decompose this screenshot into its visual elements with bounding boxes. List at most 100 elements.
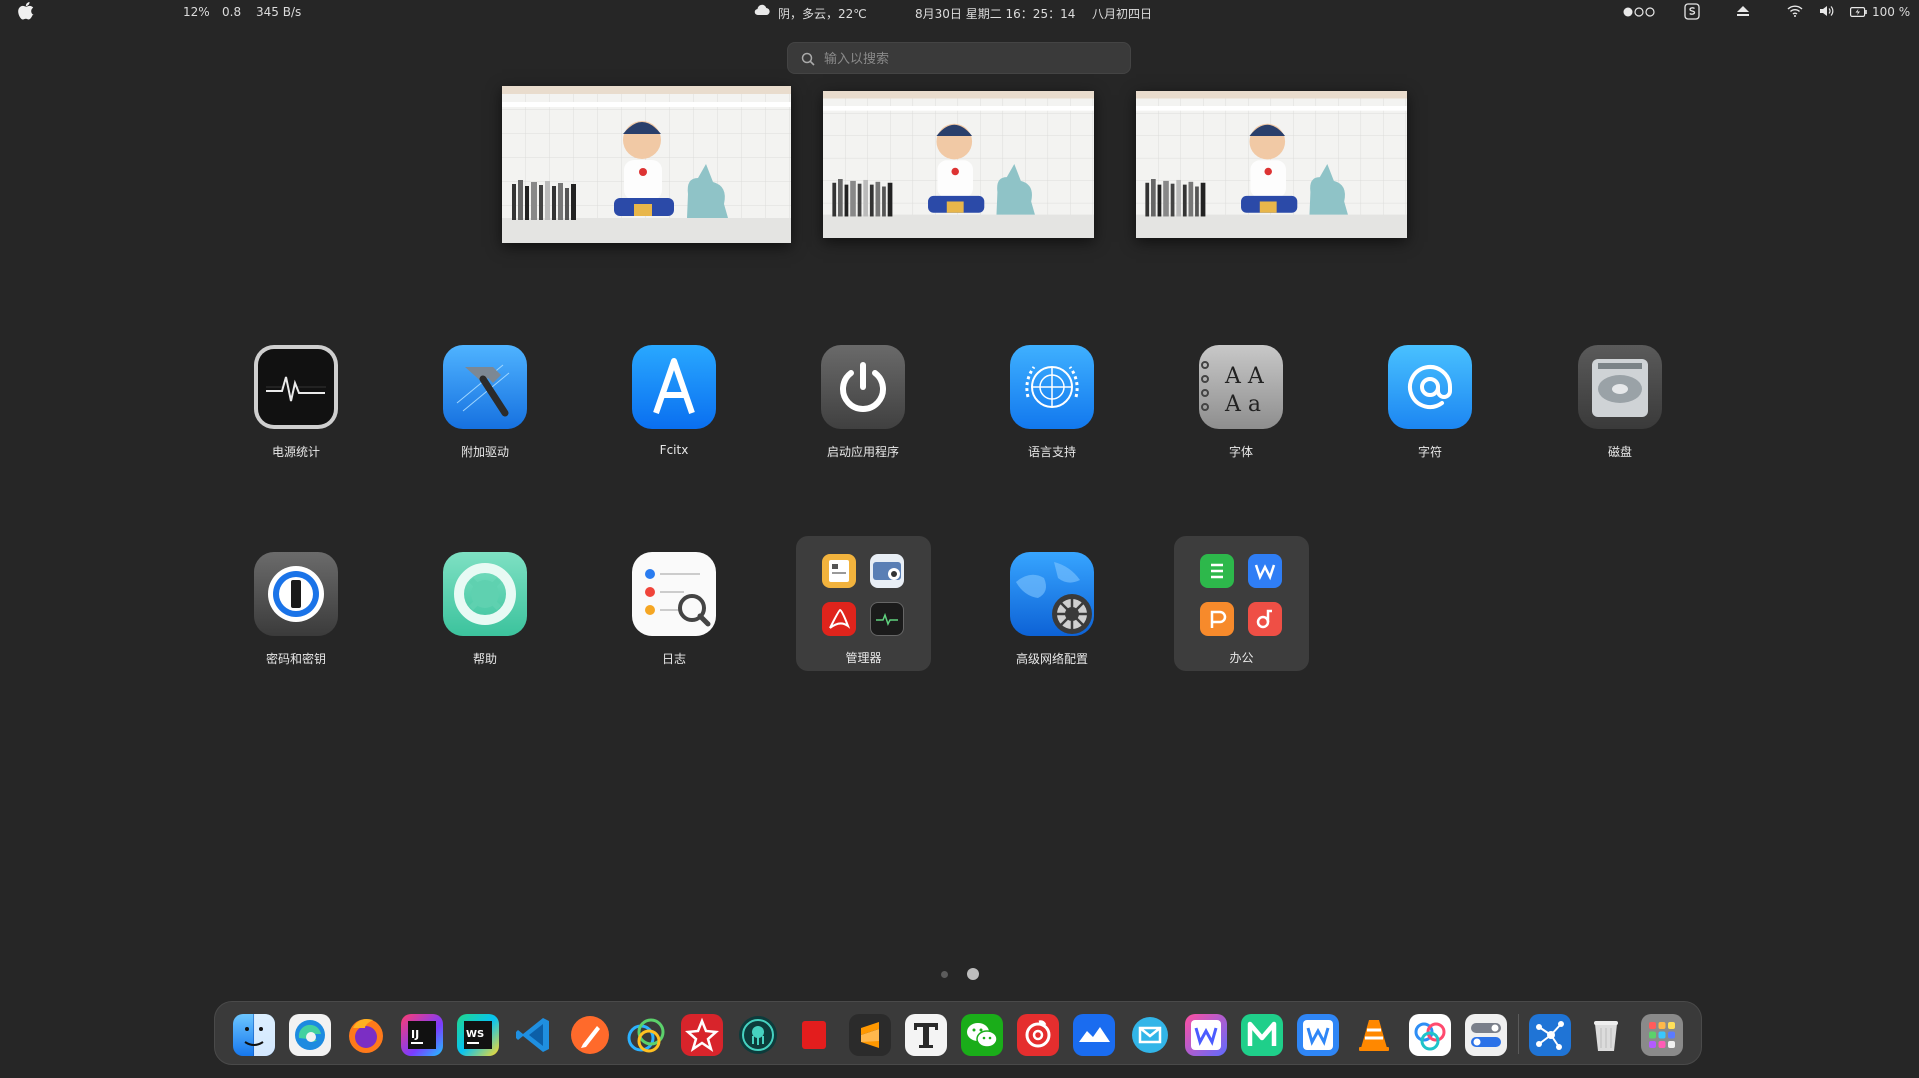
page-dot-2-active[interactable] [967, 968, 979, 980]
app-label: Fcitx [659, 443, 689, 457]
app-power-statistics[interactable]: 电源统计 [221, 345, 371, 460]
svg-text:WS: WS [466, 1029, 484, 1040]
w-icon[interactable] [1297, 1014, 1339, 1056]
red-box-icon[interactable] [793, 1014, 835, 1056]
svg-text:A A: A A [1224, 364, 1265, 389]
lunar-date: 八月初四日 [1092, 7, 1153, 21]
vlc-icon[interactable] [1353, 1014, 1395, 1056]
page-dot-1[interactable] [941, 971, 948, 978]
hammer-icon [443, 345, 527, 429]
apple-logo-icon[interactable] [18, 2, 34, 23]
search-input[interactable] [822, 48, 1116, 70]
workspace-2[interactable] [823, 91, 1094, 238]
app-label: 启动应用程序 [826, 445, 899, 459]
dock: IJ WS [214, 1001, 1702, 1065]
mail-icon[interactable] [1129, 1014, 1171, 1056]
toggle-dots-icon[interactable] [1622, 6, 1656, 21]
activity-monitor-icon [254, 345, 338, 429]
app-advanced-network-config[interactable]: 高级网络配置 [977, 552, 1127, 667]
webstorm-icon[interactable]: WS [457, 1014, 499, 1056]
firefox-icon[interactable] [345, 1014, 387, 1056]
mini-app-icon [822, 554, 856, 588]
globe-icon [1010, 345, 1094, 429]
folder-label: 管理器 [845, 651, 882, 665]
app-label: 电源统计 [271, 445, 320, 459]
battery-percent: 100 % [1872, 5, 1911, 19]
network-speed: 345 B/s [256, 5, 302, 19]
dock-separator [1518, 1014, 1519, 1054]
search-box[interactable] [787, 42, 1131, 74]
search-icon [801, 51, 815, 70]
workspace-1[interactable] [502, 86, 791, 243]
trash-icon[interactable] [1585, 1014, 1627, 1056]
wallpaper-thumbnail [823, 91, 1094, 238]
vscode-icon[interactable] [513, 1014, 555, 1056]
app-label: 高级网络配置 [1015, 652, 1088, 666]
edge-icon[interactable] [289, 1014, 331, 1056]
app-startup-applications[interactable]: 启动应用程序 [788, 345, 938, 460]
wps-writer-icon[interactable] [1185, 1014, 1227, 1056]
share-icon[interactable] [1529, 1014, 1571, 1056]
app-additional-drivers[interactable]: 附加驱动 [410, 345, 560, 460]
hard-disk-icon [1578, 345, 1662, 429]
wechat-icon[interactable] [961, 1014, 1003, 1056]
wallpaper-thumbnail [1136, 91, 1407, 238]
app-disks[interactable]: 磁盘 [1545, 345, 1695, 460]
launchpad-icon[interactable] [1641, 1014, 1683, 1056]
lifebuoy-icon [443, 552, 527, 636]
workspace-3[interactable] [1136, 91, 1407, 238]
app-help[interactable]: 帮助 [410, 552, 560, 667]
typora-icon[interactable] [905, 1014, 947, 1056]
wifi-icon[interactable] [1787, 5, 1803, 20]
app-label: 日志 [661, 652, 686, 666]
cloud-icon [754, 4, 770, 19]
netease-music-icon[interactable] [1017, 1014, 1059, 1056]
mini-app-icon [870, 554, 904, 588]
log-list-icon [632, 552, 716, 636]
app-label: 磁盘 [1607, 445, 1632, 459]
app-characters[interactable]: 字符 [1355, 345, 1505, 460]
gitkraken-icon[interactable] [737, 1014, 779, 1056]
app-label: 密码和密钥 [265, 652, 326, 666]
app-language-support[interactable]: 语言支持 [977, 345, 1127, 460]
finder-icon[interactable] [233, 1014, 275, 1056]
wallpaper-thumbnail [502, 86, 791, 243]
app-fcitx[interactable]: Fcitx [599, 345, 749, 457]
s-app-icon[interactable] [1684, 3, 1700, 23]
svg-text:A a: A a [1224, 392, 1261, 417]
mini-app-icon [1200, 554, 1234, 588]
mini-app-icon [870, 602, 904, 636]
volume-icon[interactable] [1819, 5, 1835, 20]
network-gear-icon [1010, 552, 1094, 636]
mini-app-icon [822, 602, 856, 636]
eject-icon[interactable] [1737, 6, 1749, 20]
loop-icon[interactable] [625, 1014, 667, 1056]
clock[interactable]: 8月30日 星期二 16：25：14 [915, 5, 1075, 22]
at-sign-icon [1388, 345, 1472, 429]
svg-text:IJ: IJ [411, 1028, 419, 1041]
folder-office[interactable]: 办公 [1174, 536, 1309, 671]
sublime-icon[interactable] [849, 1014, 891, 1056]
battery-icon[interactable] [1850, 6, 1867, 20]
baidu-netdisk-icon[interactable] [1409, 1014, 1451, 1056]
cloud-app-icon[interactable] [1073, 1014, 1115, 1056]
app-logs[interactable]: 日志 [599, 552, 749, 667]
settings-toggle-icon[interactable] [1465, 1014, 1507, 1056]
load-average: 0.8 [222, 5, 242, 19]
weather-text[interactable]: 阴，多云，22℃ [778, 5, 867, 22]
star-icon[interactable] [681, 1014, 723, 1056]
app-label: 帮助 [472, 652, 497, 666]
folder-manager[interactable]: 管理器 [796, 536, 931, 671]
app-label: 字符 [1417, 445, 1442, 459]
app-fonts[interactable]: A A A a 字体 [1166, 345, 1316, 460]
mini-app-icon [1248, 554, 1282, 588]
app-label: 语言支持 [1027, 445, 1076, 459]
app-label: 字体 [1228, 445, 1253, 459]
intellij-icon[interactable]: IJ [401, 1014, 443, 1056]
cpu-usage: 12% [183, 5, 210, 19]
m-icon[interactable] [1241, 1014, 1283, 1056]
power-icon [821, 345, 905, 429]
pen-icon[interactable] [569, 1014, 611, 1056]
app-passwords-and-keys[interactable]: 密码和密钥 [221, 552, 371, 667]
app-label: 附加驱动 [460, 445, 509, 459]
